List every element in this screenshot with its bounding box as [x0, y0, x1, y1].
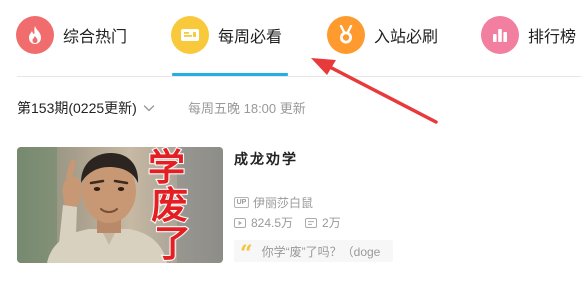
- thumbnail-image: [17, 147, 223, 263]
- medal-icon: [327, 16, 365, 54]
- recommend-quote: “ 你学“废”了吗？（doge: [234, 240, 393, 262]
- quote-text: 你学“废”了吗？（doge: [261, 244, 381, 259]
- tab-site-must-brush[interactable]: 入站必刷: [327, 15, 438, 55]
- update-schedule: 每周五晚 18:00 更新: [188, 101, 306, 116]
- thumbnail-caption-char: 废: [150, 183, 189, 227]
- danmaku-count: 2万: [305, 214, 341, 231]
- ticket-icon: [171, 16, 209, 54]
- flame-icon: [16, 16, 54, 54]
- view-count: 824.5万: [234, 214, 293, 231]
- period-selector[interactable]: 第153期(0225更新): [17, 97, 156, 119]
- danmaku-icon: [305, 217, 318, 228]
- tab-comprehensive-hot[interactable]: 综合热门: [16, 15, 127, 55]
- tab-label: 入站必刷: [374, 29, 439, 46]
- quote-mark-icon: “: [240, 241, 253, 262]
- chevron-down-icon: [143, 105, 155, 112]
- uploader-name: 伊丽莎白鼠: [253, 196, 314, 210]
- video-title[interactable]: 成龙劝学: [234, 149, 298, 169]
- uploader[interactable]: UP 伊丽莎白鼠: [234, 194, 313, 211]
- category-tabs: 综合热门 每周必看 入站必刷 排行榜: [0, 0, 581, 78]
- up-badge-icon: UP: [234, 197, 249, 208]
- tab-weekly-must-watch[interactable]: 每周必看: [171, 15, 282, 55]
- bar-chart-icon: [481, 16, 519, 54]
- video-thumbnail[interactable]: 学 废 了: [17, 147, 223, 263]
- tabs-divider: [17, 76, 581, 77]
- weekly-must-watch-page: 综合热门 每周必看 入站必刷 排行榜 第153期(0225更新) 每周五晚 18…: [0, 0, 581, 286]
- tab-label: 综合热门: [63, 29, 128, 46]
- tab-ranking[interactable]: 排行榜: [481, 15, 576, 55]
- video-stats: 824.5万 2万: [234, 214, 341, 231]
- tab-label: 排行榜: [528, 29, 577, 46]
- period-selector-label: 第153期(0225更新): [17, 100, 137, 116]
- tab-label: 每周必看: [218, 29, 283, 46]
- thumbnail-caption-char: 了: [153, 221, 192, 263]
- play-icon: [234, 217, 246, 228]
- view-count-value: 824.5万: [251, 216, 294, 230]
- danmaku-count-value: 2万: [322, 216, 341, 230]
- thumbnail-caption-char: 学: [147, 147, 186, 189]
